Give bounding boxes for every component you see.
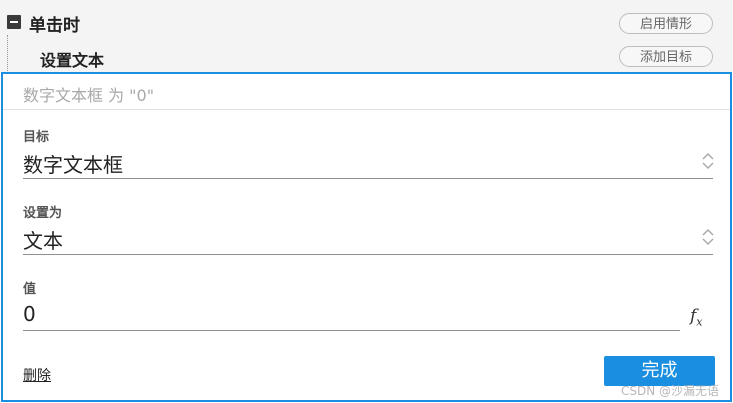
fx-icon[interactable]: fx xyxy=(690,306,703,328)
target-underline xyxy=(23,178,713,179)
tree-connector xyxy=(7,35,8,71)
value-input[interactable]: 0 xyxy=(23,302,36,326)
divider xyxy=(3,109,730,110)
updown-icon[interactable] xyxy=(701,150,715,172)
set-as-label: 设置为 xyxy=(23,206,63,221)
set-as-underline xyxy=(23,254,713,255)
value-underline xyxy=(23,330,680,331)
add-target-button[interactable]: 添加目标 xyxy=(619,46,713,67)
collapse-icon[interactable] xyxy=(7,15,21,29)
target-label: 目标 xyxy=(23,130,50,145)
watermark: CSDN @沙漏无语 xyxy=(621,384,720,398)
action-editor-panel: 数字文本框 为 "0" 目标 数字文本框 设置为 文本 值 0 fx 删除 完成 xyxy=(1,72,732,402)
delete-link[interactable]: 删除 xyxy=(23,365,51,385)
enable-case-button[interactable]: 启用情形 xyxy=(619,13,713,34)
event-title: 单击时 xyxy=(29,16,80,36)
action-summary: 数字文本框 为 "0" xyxy=(23,86,155,105)
updown-icon[interactable] xyxy=(701,226,715,248)
target-select[interactable]: 数字文本框 xyxy=(23,149,123,178)
value-label: 值 xyxy=(23,282,37,297)
set-as-select[interactable]: 文本 xyxy=(23,225,63,254)
interaction-header: 单击时 设置文本 启用情形 添加目标 xyxy=(0,0,733,72)
action-title[interactable]: 设置文本 xyxy=(40,47,104,71)
